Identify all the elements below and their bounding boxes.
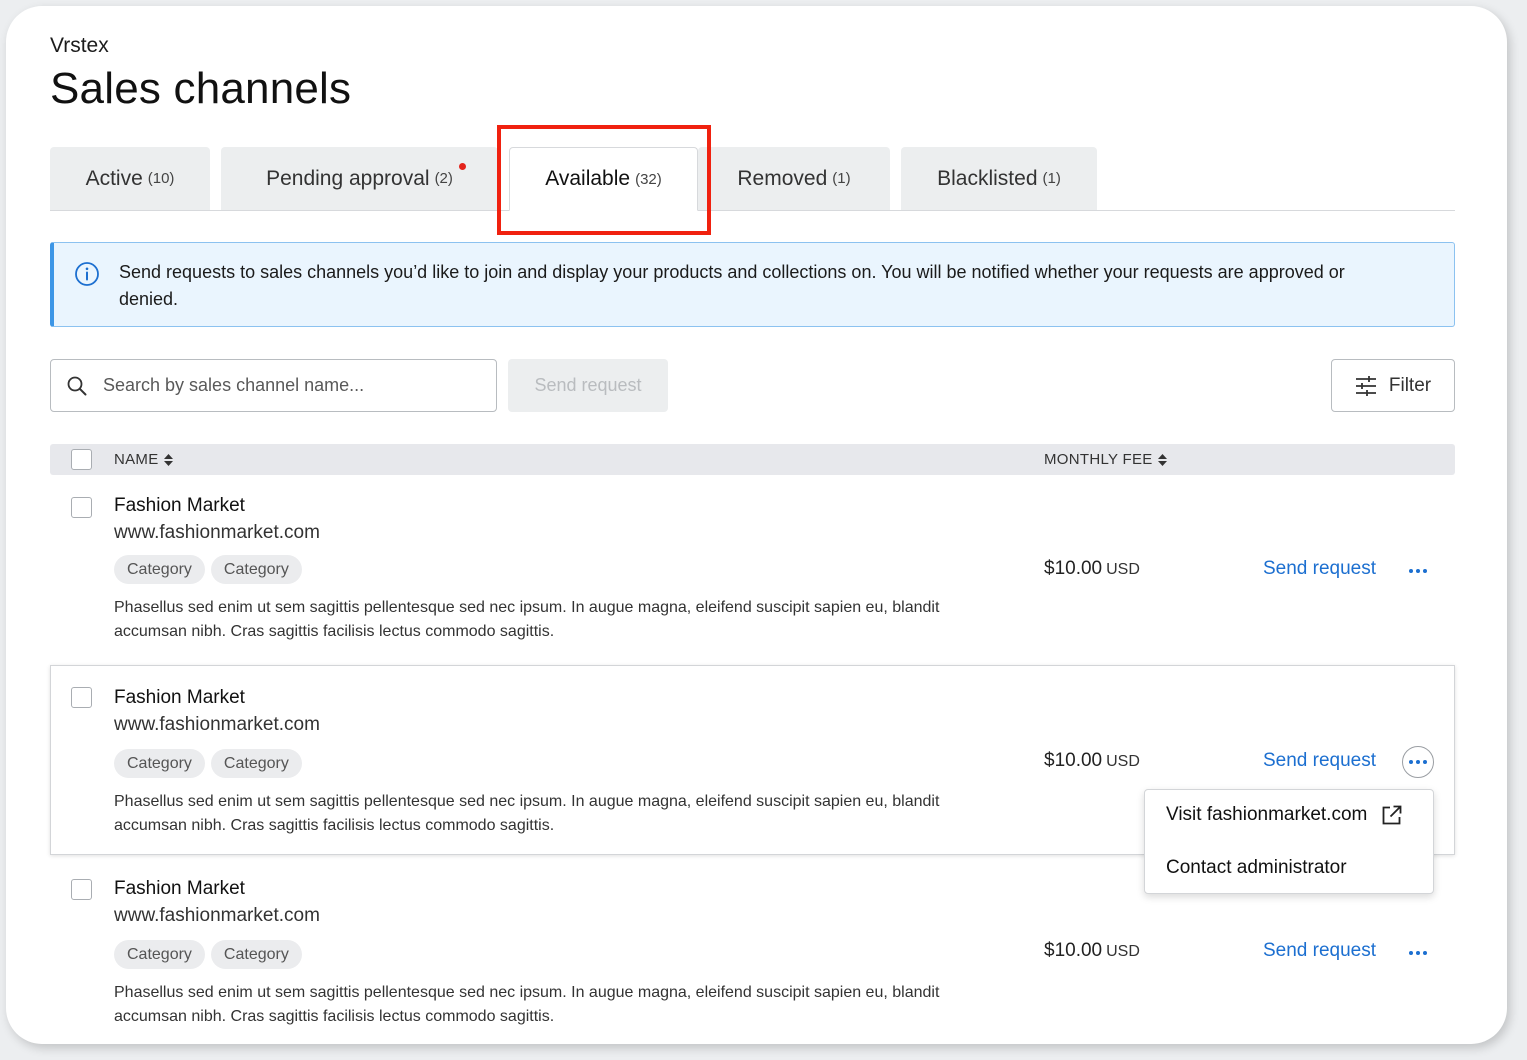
tab-removed[interactable]: Removed (1) bbox=[698, 147, 890, 210]
banner-message: Send requests to sales channels you’d li… bbox=[119, 262, 1345, 309]
tab-pending-approval[interactable]: Pending approval (2) bbox=[221, 147, 498, 210]
sort-icon bbox=[163, 453, 173, 466]
fee-currency: USD bbox=[1106, 753, 1140, 770]
monthly-fee: $10.00 USD bbox=[1044, 558, 1140, 580]
category-chip: Category bbox=[210, 940, 302, 969]
channel-name: Fashion Market bbox=[114, 687, 245, 708]
send-request-button[interactable]: Send request bbox=[508, 359, 668, 412]
row-checkbox[interactable] bbox=[71, 879, 92, 900]
monthly-fee: $10.00 USD bbox=[1044, 750, 1140, 772]
row-checkbox[interactable] bbox=[71, 687, 92, 708]
tab-bar: Active (10) Pending approval (2) Availab… bbox=[50, 147, 1455, 211]
channel-description: Phasellus sed enim ut sem sagittis pelle… bbox=[114, 984, 940, 1025]
channel-url: www.fashionmarket.com bbox=[114, 905, 320, 926]
more-options-icon[interactable] bbox=[1402, 746, 1434, 778]
category-chip: Category bbox=[114, 749, 205, 778]
channel-description: Phasellus sed enim ut sem sagittis pelle… bbox=[114, 793, 940, 834]
table-row: Fashion Market www.fashionmarket.com Cat… bbox=[50, 475, 1455, 665]
sliders-icon bbox=[1355, 375, 1376, 396]
category-list: Category Category bbox=[114, 749, 302, 778]
search-input[interactable] bbox=[103, 361, 483, 410]
tab-count: (1) bbox=[832, 170, 851, 187]
search-icon bbox=[67, 376, 87, 396]
highlight-box bbox=[497, 125, 711, 235]
notification-dot bbox=[459, 163, 466, 170]
channel-description: Phasellus sed enim ut sem sagittis pelle… bbox=[114, 599, 940, 640]
category-chip: Category bbox=[210, 555, 302, 584]
menu-item-visit-site[interactable]: Visit fashionmarket.com bbox=[1166, 804, 1402, 826]
tab-label: Removed bbox=[737, 166, 828, 190]
tab-count: (10) bbox=[147, 170, 175, 187]
column-header-monthly-fee[interactable]: MONTHLY FEE bbox=[1044, 451, 1167, 468]
monthly-fee: $10.00 USD bbox=[1044, 940, 1140, 962]
fee-currency: USD bbox=[1106, 561, 1140, 578]
sort-icon bbox=[1157, 453, 1167, 466]
column-label: MONTHLY FEE bbox=[1044, 451, 1153, 468]
category-list: Category Category bbox=[114, 940, 302, 969]
filter-label: Filter bbox=[1388, 374, 1432, 396]
send-request-link[interactable]: Send request bbox=[1263, 750, 1376, 772]
fee-amount: $10.00 bbox=[1044, 940, 1103, 961]
tab-count: (2) bbox=[434, 170, 453, 187]
row-checkbox[interactable] bbox=[71, 497, 92, 518]
column-header-name[interactable]: NAME bbox=[114, 451, 173, 468]
category-chip: Category bbox=[210, 749, 302, 778]
channel-url: www.fashionmarket.com bbox=[114, 714, 320, 735]
fee-currency: USD bbox=[1106, 943, 1140, 960]
page-title: Sales channels bbox=[50, 64, 352, 113]
menu-item-label: Visit fashionmarket.com bbox=[1166, 804, 1368, 825]
channel-url: www.fashionmarket.com bbox=[114, 522, 320, 543]
tab-blacklisted[interactable]: Blacklisted (1) bbox=[901, 147, 1097, 210]
more-options-icon[interactable] bbox=[1402, 937, 1434, 969]
category-chip: Category bbox=[114, 940, 205, 969]
send-request-link[interactable]: Send request bbox=[1263, 940, 1376, 962]
category-chip: Category bbox=[114, 555, 205, 584]
fee-amount: $10.00 bbox=[1044, 750, 1103, 771]
filter-button[interactable]: Filter bbox=[1331, 359, 1455, 412]
tab-active[interactable]: Active (10) bbox=[50, 147, 210, 210]
select-all-checkbox[interactable] bbox=[71, 449, 92, 470]
channel-name: Fashion Market bbox=[114, 878, 245, 899]
search-box bbox=[50, 359, 497, 412]
channel-name: Fashion Market bbox=[114, 495, 245, 516]
send-request-link[interactable]: Send request bbox=[1263, 558, 1376, 580]
menu-item-label: Contact administrator bbox=[1166, 857, 1347, 878]
more-options-icon[interactable] bbox=[1402, 555, 1434, 587]
tab-label: Blacklisted bbox=[937, 166, 1038, 190]
brand-name: Vrstex bbox=[50, 34, 109, 57]
external-link-icon bbox=[1382, 805, 1402, 824]
tab-label: Pending approval bbox=[266, 166, 430, 190]
info-icon bbox=[75, 262, 99, 286]
app-window: Vrstex Sales channels Active (10) Pendin… bbox=[6, 6, 1507, 1044]
category-list: Category Category bbox=[114, 555, 302, 584]
tab-count: (1) bbox=[1042, 170, 1061, 187]
tab-label: Active bbox=[85, 166, 143, 190]
info-banner: Send requests to sales channels you’d li… bbox=[50, 242, 1455, 327]
fee-amount: $10.00 bbox=[1044, 558, 1103, 579]
table-header: NAME MONTHLY FEE bbox=[50, 444, 1455, 475]
column-label: NAME bbox=[114, 451, 159, 468]
row-options-menu: Visit fashionmarket.com Contact administ… bbox=[1144, 789, 1434, 894]
menu-item-contact-administrator[interactable]: Contact administrator bbox=[1166, 857, 1347, 879]
